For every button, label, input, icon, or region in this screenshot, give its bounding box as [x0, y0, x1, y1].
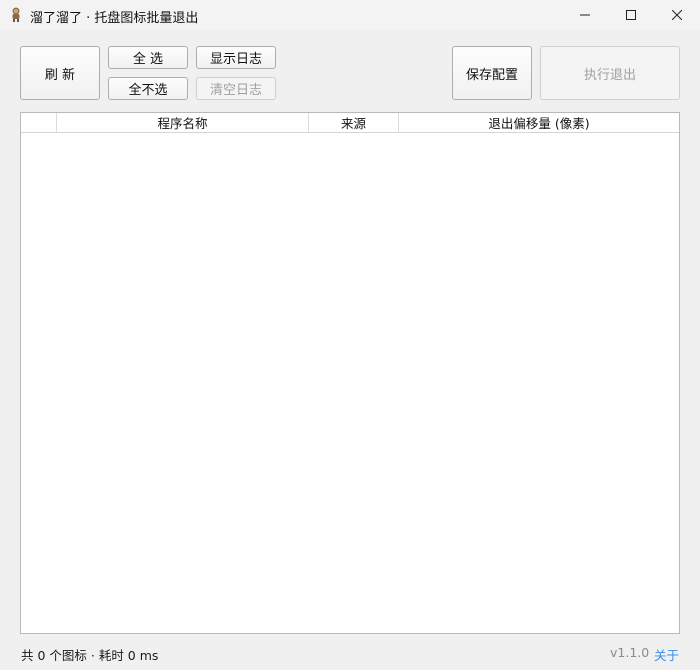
minimize-icon [580, 14, 590, 16]
table-header: 程序名称 来源 退出偏移量 (像素) [21, 113, 679, 133]
column-header-exit-offset[interactable]: 退出偏移量 (像素) [399, 113, 679, 132]
window-title: 溜了溜了 · 托盘图标批量退出 [30, 11, 199, 26]
select-none-button[interactable]: 全不选 [108, 77, 188, 100]
column-header-check[interactable] [21, 113, 57, 132]
refresh-button[interactable]: 刷 新 [20, 46, 100, 100]
title-bar: 溜了溜了 · 托盘图标批量退出 [0, 0, 700, 30]
select-all-button[interactable]: 全 选 [108, 46, 188, 69]
close-icon [672, 10, 682, 20]
column-header-program-name[interactable]: 程序名称 [57, 113, 309, 132]
status-summary: 共 0 个图标 · 耗时 0 ms [21, 648, 159, 663]
save-config-button[interactable]: 保存配置 [452, 46, 532, 100]
about-link[interactable]: 关于 [654, 645, 679, 664]
maximize-icon [626, 10, 636, 20]
maximize-button[interactable] [608, 0, 654, 30]
clear-log-button[interactable]: 清空日志 [196, 77, 276, 100]
execute-exit-button[interactable]: 执行退出 [540, 46, 680, 100]
minimize-button[interactable] [562, 0, 608, 30]
app-figure-icon [12, 7, 20, 22]
close-button[interactable] [654, 0, 700, 30]
version-label: v1.1.0 [610, 645, 650, 660]
tray-icon-table[interactable]: 程序名称 来源 退出偏移量 (像素) [20, 112, 680, 634]
column-header-source[interactable]: 来源 [309, 113, 399, 132]
show-log-button[interactable]: 显示日志 [196, 46, 276, 69]
